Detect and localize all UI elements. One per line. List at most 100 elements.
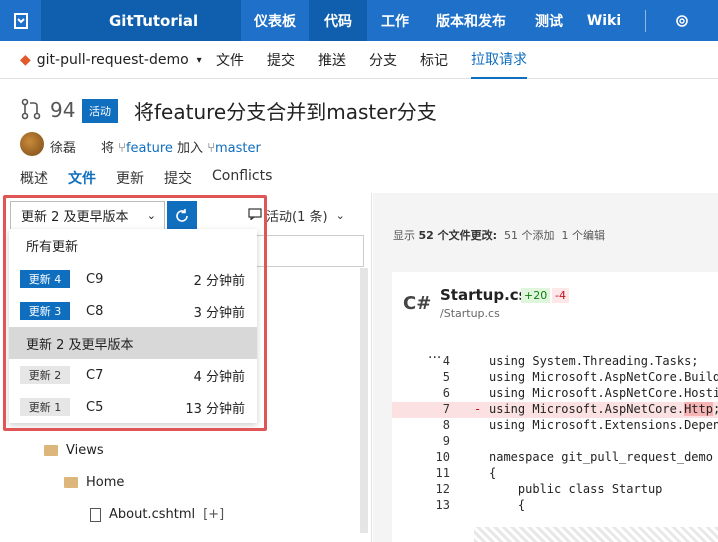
line-number: 5 [442,370,450,384]
author-name[interactable]: 徐磊 [50,137,76,156]
summary-added: 51 个添加 [504,229,555,242]
summary-edited: 1 个编辑 [561,229,606,242]
code-text: { [489,498,526,512]
nav-work[interactable]: 工作 [367,0,423,41]
subnav-pull-requests[interactable]: 拉取请求 [471,41,527,79]
tree-label: Home [86,475,125,490]
update-select-label: 更新 2 及更早版本 [21,210,129,225]
file-filter-input[interactable] [240,235,364,267]
folder-icon [64,477,78,488]
tree-folder-views[interactable]: Views [44,443,104,458]
tab-updates[interactable]: 更新 [116,168,144,188]
dropdown-item-update-1[interactable]: 更新 1 C5 13 分钟前 [9,391,257,423]
code-line: 6 using Microsoft.AspNetCore.Hosti [392,386,718,402]
target-branch[interactable]: master [215,141,261,156]
chevron-down-icon: ⌄ [146,209,156,222]
pull-request-icon [20,98,42,124]
code-text: using Microsoft.Extensions.Depen [489,418,718,432]
nav-test[interactable]: 测试 [519,0,579,41]
line-number: 12 [435,482,450,496]
gear-icon[interactable] [668,8,696,34]
tab-conflicts[interactable]: Conflicts [212,168,272,184]
nav-wiki[interactable]: Wiki [579,0,629,41]
code-text: public class Startup [489,482,663,496]
diff-panel: 显示 52 个文件更改: 51 个添加 1 个编辑 C# Startup.cs … [373,193,718,542]
code-line: 13 { [392,498,718,514]
summary-prefix: 显示 [393,229,415,242]
diff-marker: - [474,402,482,416]
merge-middle: 加入 [177,141,204,156]
activity-label: 活动(1 条) [266,210,328,225]
dropdown-item-label: 更新 2 及更早版本 [26,337,134,353]
line-number: 4 [442,354,450,368]
pr-tabs: 概述 文件 更新 提交 Conflicts [0,164,718,190]
collapsed-region [474,527,718,542]
nav-code[interactable]: 代码 [309,0,367,41]
update-tag: 更新 3 [20,302,70,320]
line-number: 6 [442,386,450,400]
vsts-logo-icon[interactable] [0,0,41,41]
subnav-commits[interactable]: 提交 [267,41,295,79]
file-diff-card: C# Startup.cs +20 -4 /Startup.cs ... 4 us… [392,272,718,542]
subnav-pushes[interactable]: 推送 [318,41,346,79]
timestamp: 13 分钟前 [185,401,245,417]
update-tag: 更新 1 [20,398,70,416]
line-number: 13 [435,498,450,512]
code-line: 9 [392,434,718,450]
line-number: 8 [442,418,450,432]
timestamp: 2 分钟前 [193,273,245,289]
dropdown-item-update-2[interactable]: 更新 2 C7 4 分钟前 [9,359,257,391]
source-branch[interactable]: feature [126,141,173,156]
update-select[interactable]: 更新 2 及更早版本 ⌄ [10,201,165,230]
diff-file-path: /Startup.cs [440,307,500,320]
tab-overview[interactable]: 概述 [20,168,48,188]
merge-info: 将 ⑂feature 加入 ⑂master [101,137,261,156]
avatar[interactable] [20,132,44,156]
tree-file-about[interactable]: About.cshtml [+] [90,507,224,522]
nav-divider [645,10,646,32]
merge-prefix: 将 [101,141,115,156]
dropdown-item-update-2-and-earlier[interactable]: 更新 2 及更早版本 [9,327,257,359]
added-badge: [+] [203,507,225,522]
git-repo-icon: ◆ [20,52,31,68]
tree-folder-home[interactable]: Home [64,475,124,490]
update-tag: 更新 4 [20,270,70,288]
activity-toggle[interactable]: 活动(1 条) ⌄ [248,206,345,225]
repo-name: git-pull-request-demo [36,52,189,68]
folder-icon [44,445,58,456]
refresh-icon [176,208,188,222]
tree-scrollbar[interactable] [360,268,368,533]
status-badge: 活动 [82,99,118,123]
refresh-button[interactable] [167,201,197,230]
code-text: using System.Threading.Tasks; [489,354,699,368]
commit-id: C5 [86,399,104,415]
tab-commits[interactable]: 提交 [164,168,192,188]
dropdown-item-all-updates[interactable]: 所有更新 [9,229,257,261]
code-text: namespace git_pull_request_demo [489,450,713,464]
update-dropdown-menu: 所有更新 更新 4 C9 2 分钟前 更新 3 C8 3 分钟前 更新 2 及更… [9,229,257,423]
code-line: 11 { [392,466,718,482]
file-icon [90,507,101,522]
deletions-count: -4 [552,288,569,303]
subnav-tags[interactable]: 标记 [420,41,448,79]
project-name[interactable]: GitTutorial [41,0,241,41]
dropdown-item-update-3[interactable]: 更新 3 C8 3 分钟前 [9,295,257,327]
subnav-files[interactable]: 文件 [216,41,244,79]
timestamp: 4 分钟前 [193,369,245,385]
chevron-down-icon: ⌄ [335,209,345,222]
dropdown-item-update-4[interactable]: 更新 4 C9 2 分钟前 [9,263,257,295]
line-number: 7 [442,402,450,416]
subnav-branches[interactable]: 分支 [369,41,397,79]
diff-file-name[interactable]: Startup.cs [440,286,528,304]
page-title: 将feature分支合并到master分支 [134,100,437,124]
repo-selector[interactable]: ◆ git-pull-request-demo ▾ [20,41,202,79]
code-text: using Microsoft.AspNetCore.Http; [489,402,718,416]
tab-files[interactable]: 文件 [68,168,96,188]
tree-label: About.cshtml [109,507,196,522]
nav-build-release[interactable]: 版本和发布 [423,0,519,41]
summary-count: 52 个文件更改: [418,229,498,242]
commit-id: C8 [86,303,104,319]
line-number: 9 [442,434,450,448]
csharp-file-icon: C# [403,293,432,314]
nav-dashboard[interactable]: 仪表板 [241,0,309,41]
